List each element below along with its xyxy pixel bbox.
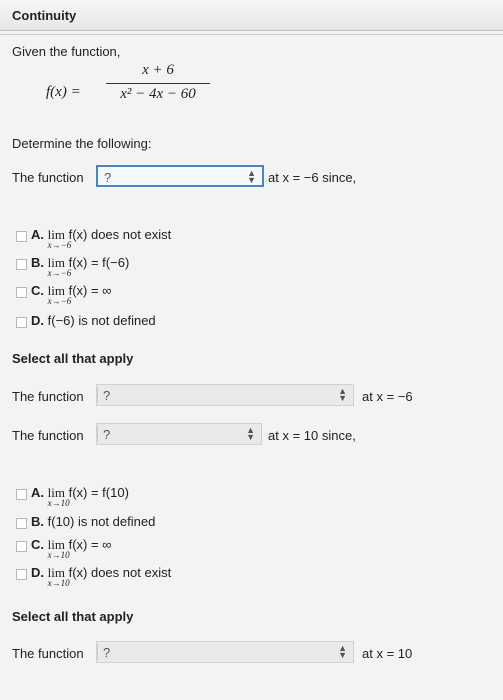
q1-select-value: ? xyxy=(104,170,112,185)
q3-suffix: at x = 10 since, xyxy=(268,428,356,443)
q3-select-all: Select all that apply xyxy=(12,609,134,624)
q1-option-b: B. lim x→−6 f(x) = f(−6) xyxy=(31,255,130,278)
select-arrows-icon: ▲ ▼ xyxy=(338,643,347,660)
function-denominator: x² − 4x − 60 xyxy=(120,86,196,102)
q1-select-all: Select all that apply xyxy=(12,351,134,366)
function-fraction: x + 6 x² − 4x − 60 xyxy=(106,62,210,105)
select-divider xyxy=(97,387,98,403)
select-arrows-icon: ▲ ▼ xyxy=(247,168,256,185)
q2-prefix: The function xyxy=(12,389,84,404)
q4-suffix: at x = 10 xyxy=(362,646,413,661)
q3-option-a: A. lim x→10 f(x) = f(10) xyxy=(31,485,129,508)
q1-option-a-checkbox[interactable] xyxy=(16,231,27,242)
function-numerator: x + 6 xyxy=(142,62,174,78)
q2-suffix: at x = −6 xyxy=(362,389,413,404)
select-arrows-icon: ▲ ▼ xyxy=(246,425,255,442)
q1-option-d: D. f(−6) is not defined xyxy=(31,313,156,328)
page-title: Continuity xyxy=(12,8,77,23)
title-bar: Continuity xyxy=(0,0,503,31)
select-divider xyxy=(97,644,98,660)
q1-option-d-checkbox[interactable] xyxy=(16,317,27,328)
q2-select[interactable]: ? ▲ ▼ xyxy=(96,384,354,406)
function-lhs: f(x) = xyxy=(46,84,81,100)
q4-select-value: ? xyxy=(103,645,111,660)
q3-option-d-checkbox[interactable] xyxy=(16,569,27,580)
q3-option-c: C. lim x→10 f(x) = ∞ xyxy=(31,537,112,560)
q1-suffix: at x = −6 since, xyxy=(268,170,357,185)
q3-option-b: B. f(10) is not defined xyxy=(31,514,156,529)
select-divider xyxy=(97,426,98,442)
q1-select[interactable]: ? ▲ ▼ xyxy=(96,165,264,187)
fraction-bar xyxy=(106,83,210,84)
q3-option-d: D. lim x→10 f(x) does not exist xyxy=(31,565,172,588)
q1-option-b-checkbox[interactable] xyxy=(16,259,27,270)
q1-option-c-checkbox[interactable] xyxy=(16,287,27,298)
q3-select-value: ? xyxy=(103,427,111,442)
select-arrows-icon: ▲ ▼ xyxy=(338,386,347,403)
q2-select-value: ? xyxy=(103,388,111,403)
q4-prefix: The function xyxy=(12,646,84,661)
q3-option-b-checkbox[interactable] xyxy=(16,518,27,529)
q3-prefix: The function xyxy=(12,428,84,443)
given-text: Given the function, xyxy=(12,44,121,59)
instruction-text: Determine the following: xyxy=(12,136,152,151)
q1-prefix: The function xyxy=(12,170,84,185)
q3-select[interactable]: ? ▲ ▼ xyxy=(96,423,262,445)
q3-option-c-checkbox[interactable] xyxy=(16,541,27,552)
q1-option-a: A. lim x→−6 f(x) does not exist xyxy=(31,227,172,250)
divider xyxy=(0,34,503,35)
q1-option-c: C. lim x→−6 f(x) = ∞ xyxy=(31,283,112,306)
q3-option-a-checkbox[interactable] xyxy=(16,489,27,500)
q4-select[interactable]: ? ▲ ▼ xyxy=(96,641,354,663)
